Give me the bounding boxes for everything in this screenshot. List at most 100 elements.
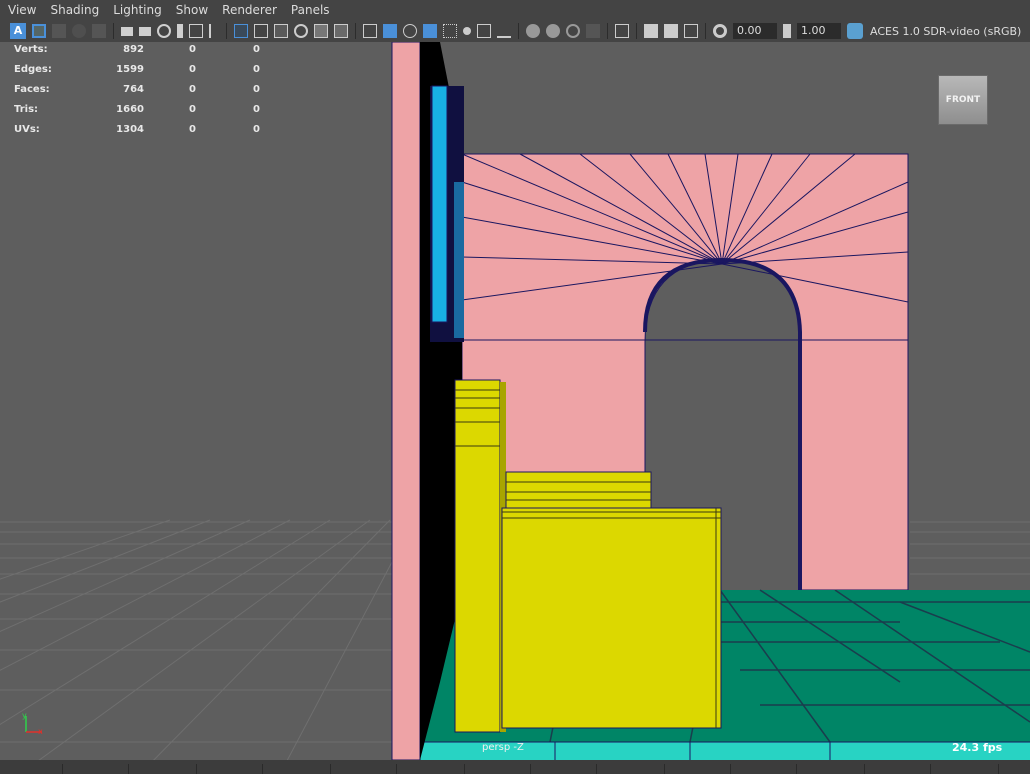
stat-value: 1660: [116, 104, 144, 115]
stat-value: 0: [189, 104, 196, 115]
divider: [330, 764, 331, 774]
shadows-icon[interactable]: [363, 24, 377, 38]
menu-shading[interactable]: Shading: [50, 0, 99, 20]
field-chart-icon[interactable]: [177, 24, 183, 38]
motion-blur-icon[interactable]: [403, 24, 417, 38]
grid-icon[interactable]: [92, 24, 106, 38]
safe-title-icon[interactable]: [209, 24, 219, 38]
smooth-shade-icon[interactable]: [254, 24, 268, 38]
divider: [998, 764, 999, 774]
scene-render: y x: [0, 42, 1030, 774]
gate-mask-icon[interactable]: [157, 24, 171, 38]
xray-joints-icon[interactable]: [664, 24, 678, 38]
gamma-field[interactable]: 1.00: [797, 23, 841, 39]
color-management-icon[interactable]: [847, 23, 863, 39]
stat-label: Verts:: [14, 44, 48, 55]
side-wall: [391, 42, 421, 761]
stat-value: 1304: [116, 124, 144, 135]
divider: [196, 764, 197, 774]
color-space-label[interactable]: ACES 1.0 SDR-video (sRGB): [870, 25, 1021, 38]
safe-action-icon[interactable]: [189, 24, 203, 38]
xray-active-icon[interactable]: [566, 24, 580, 38]
view-cube[interactable]: FRONT: [938, 75, 988, 125]
toolbar-divider: [607, 23, 608, 39]
stat-value: 0: [253, 104, 260, 115]
divider: [128, 764, 129, 774]
stat-value: 0: [189, 44, 196, 55]
menu-panels[interactable]: Panels: [291, 0, 330, 20]
stat-value: 0: [253, 44, 260, 55]
divider: [796, 764, 797, 774]
divider: [596, 764, 597, 774]
stat-value: 764: [123, 84, 144, 95]
gamma-icon[interactable]: [783, 24, 791, 38]
film-gate-icon[interactable]: [121, 26, 133, 36]
xray-active-icon[interactable]: [586, 24, 600, 38]
exposure-field[interactable]: 0.00: [733, 23, 777, 39]
timeline-strip: [0, 760, 1030, 774]
chair-seat: [501, 507, 722, 729]
isolate-select-icon[interactable]: [463, 27, 471, 35]
toolbar-divider: [113, 23, 114, 39]
xray-icon[interactable]: [477, 24, 491, 38]
divider: [664, 764, 665, 774]
exposure-icon[interactable]: [713, 24, 727, 38]
menu-view[interactable]: View: [8, 0, 36, 20]
xray-icon[interactable]: [644, 24, 658, 38]
svg-text:y: y: [22, 711, 27, 720]
stat-value: 892: [123, 44, 144, 55]
stat-label: Tris:: [14, 104, 39, 115]
select-camera-icon[interactable]: A: [10, 23, 26, 39]
mirror-side: [454, 182, 464, 338]
wireframe-on-shaded-icon[interactable]: [294, 24, 308, 38]
xray-active-icon[interactable]: [546, 24, 560, 38]
panel-menu-bar: View Shading Lighting Show Renderer Pane…: [0, 0, 1030, 20]
toolbar-divider: [518, 23, 519, 39]
stat-value: 0: [253, 64, 260, 75]
chair-back: [454, 379, 501, 733]
divider: [464, 764, 465, 774]
stat-row-tris: Tris: 1660 0 0: [14, 102, 274, 122]
isolate-select-icon[interactable]: [615, 24, 629, 38]
menu-renderer[interactable]: Renderer: [222, 0, 277, 20]
textured-icon[interactable]: [314, 24, 328, 38]
stat-row-uvs: UVs: 1304 0 0: [14, 122, 274, 142]
stat-value: 0: [253, 84, 260, 95]
stat-label: Faces:: [14, 84, 50, 95]
poly-count-hud: Verts: 892 0 0 Edges: 1599 0 0 Faces: 76…: [14, 42, 274, 142]
toolbar-divider: [705, 23, 706, 39]
fps-readout: 24.3 fps: [952, 741, 1003, 754]
divider: [930, 764, 931, 774]
menu-lighting[interactable]: Lighting: [113, 0, 162, 20]
stat-value: 1599: [116, 64, 144, 75]
toolbar-divider: [355, 23, 356, 39]
anti-aliasing-icon[interactable]: [423, 24, 437, 38]
chair-arm-back: [505, 471, 652, 509]
xray-joints-icon[interactable]: [497, 24, 511, 38]
xray-active-icon[interactable]: [684, 24, 698, 38]
xray-active-icon[interactable]: [526, 24, 540, 38]
menu-show[interactable]: Show: [176, 0, 208, 20]
divider: [864, 764, 865, 774]
stat-row-faces: Faces: 764 0 0: [14, 82, 274, 102]
svg-text:x: x: [38, 727, 43, 736]
stat-value: 0: [189, 124, 196, 135]
divider: [62, 764, 63, 774]
stat-label: UVs:: [14, 124, 40, 135]
viewport[interactable]: y x Verts: 892 0 0 Edges: 1599 0 0 Faces…: [0, 42, 1030, 774]
screen-space-ao-icon[interactable]: [383, 24, 397, 38]
stat-value: 0: [189, 84, 196, 95]
wireframe-icon[interactable]: [234, 24, 248, 38]
default-material-icon[interactable]: [274, 24, 288, 38]
bookmark-icon[interactable]: [52, 24, 66, 38]
divider: [396, 764, 397, 774]
camera-attributes-icon[interactable]: [32, 24, 46, 38]
depth-of-field-icon[interactable]: [443, 24, 457, 38]
resolution-gate-icon[interactable]: [139, 26, 151, 36]
toolbar-divider: [226, 23, 227, 39]
stat-row-edges: Edges: 1599 0 0: [14, 62, 274, 82]
stat-value: 0: [189, 64, 196, 75]
use-all-lights-icon[interactable]: [334, 24, 348, 38]
stat-row-verts: Verts: 892 0 0: [14, 42, 274, 62]
image-plane-icon[interactable]: [72, 24, 86, 38]
